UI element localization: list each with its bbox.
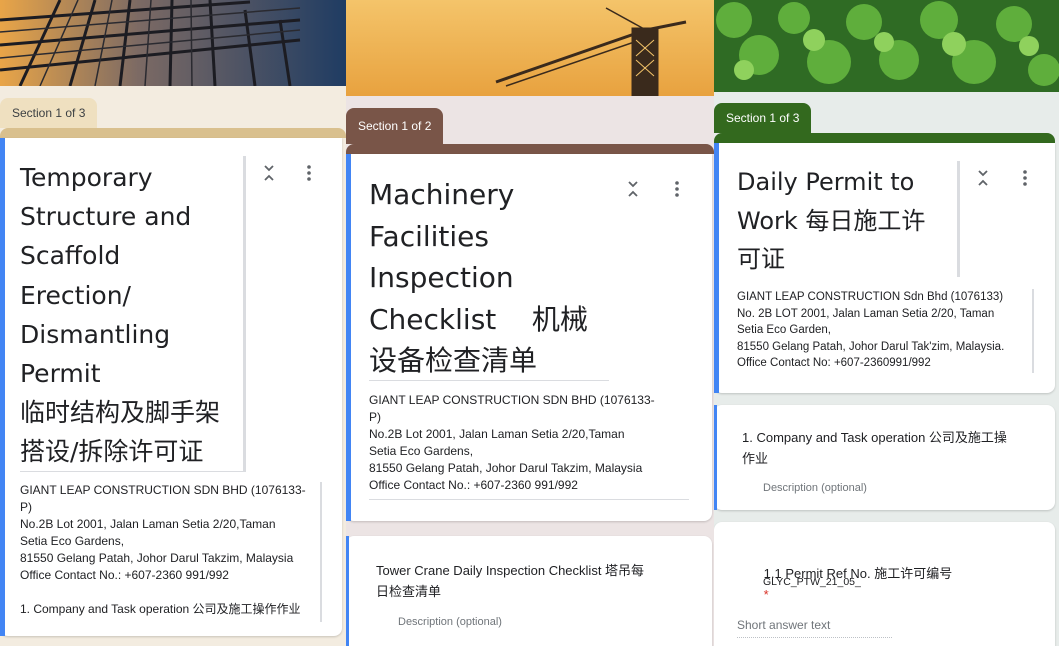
question-card-permit-ref: 1.1 Permit Ref No. 施工许可编号 * GLYC_PTW_21_… [714, 522, 1055, 646]
more-vert-icon[interactable] [1022, 169, 1028, 190]
section-header-band [0, 128, 346, 138]
section-header-card: Temporary Structure and Scaffold Erectio… [0, 138, 342, 636]
title-editor-edge [957, 161, 960, 277]
title-underline [20, 471, 244, 472]
form-panel-machinery-checklist: Section 1 of 2 Machinery Facilities Insp… [346, 0, 714, 646]
active-accent-bar [714, 143, 719, 393]
banner-clover-leaves-image [714, 0, 1059, 92]
more-vert-icon[interactable] [306, 164, 312, 185]
section-header-card: Daily Permit to Work 每日施工许 可证 GIANT LEAP… [714, 143, 1055, 393]
section-header-band [714, 133, 1055, 143]
description-editor-edge [320, 482, 322, 622]
section-accent-bar [346, 536, 349, 646]
section-header-band [346, 144, 714, 154]
collapse-icon[interactable] [626, 180, 640, 201]
short-answer-placeholder[interactable]: Short answer text [737, 618, 830, 632]
sub-section-card: Tower Crane Daily Inspection Checklist 塔… [346, 536, 712, 646]
form-title[interactable]: Machinery Facilities Inspection Checklis… [369, 174, 609, 382]
more-vert-icon[interactable] [674, 180, 680, 201]
description-placeholder[interactable]: Description (optional) [398, 616, 502, 628]
question-description[interactable]: GLYC_PTW_21_05_ [763, 576, 861, 588]
form-title[interactable]: Temporary Structure and Scaffold Erectio… [20, 158, 244, 472]
banner-scaffolding-image [0, 0, 346, 86]
description-editor-edge [1032, 289, 1034, 373]
form-description[interactable]: GIANT LEAP CONSTRUCTION SDN BHD (1076133… [20, 482, 320, 618]
form-description[interactable]: GIANT LEAP CONSTRUCTION SDN BHD (1076133… [369, 392, 689, 494]
active-accent-bar [0, 138, 5, 636]
description-underline [369, 499, 689, 500]
section-tab[interactable]: Section 1 of 3 [714, 103, 812, 133]
title-editor-edge [243, 156, 246, 472]
form-title[interactable]: Daily Permit to Work 每日施工许 可证 [737, 163, 957, 279]
section-tab[interactable]: Section 1 of 2 [346, 108, 444, 144]
required-asterisk: * [763, 587, 769, 602]
section-accent-bar [714, 405, 717, 510]
active-accent-bar [346, 154, 351, 521]
sub-section-card: 1. Company and Task operation 公司及施工操 作业 … [714, 405, 1055, 510]
description-placeholder[interactable]: Description (optional) [763, 482, 867, 494]
form-panel-daily-permit: Section 1 of 3 Daily Permit to Work 每日施工… [714, 0, 1059, 646]
collapse-icon[interactable] [976, 169, 990, 190]
sub-section-title[interactable]: 1. Company and Task operation 公司及施工操 作业 [742, 427, 1048, 469]
form-panel-scaffold-permit: Section 1 of 3 Temporary Structure and S… [0, 0, 346, 646]
collapse-icon[interactable] [262, 164, 276, 185]
short-answer-underline [737, 637, 892, 638]
form-description[interactable]: GIANT LEAP CONSTRUCTION Sdn Bhd (1076133… [737, 289, 1053, 372]
sub-section-title[interactable]: Tower Crane Daily Inspection Checklist 塔… [376, 560, 702, 602]
section-header-card: Machinery Facilities Inspection Checklis… [346, 154, 712, 521]
banner-tower-crane-image [346, 0, 714, 96]
title-underline [369, 380, 609, 381]
section-tab[interactable]: Section 1 of 3 [0, 98, 98, 128]
